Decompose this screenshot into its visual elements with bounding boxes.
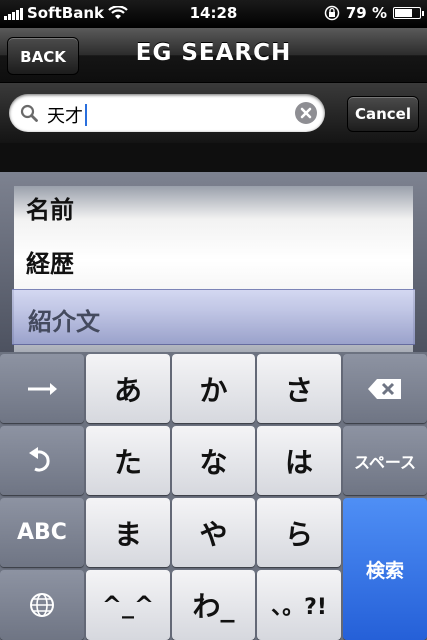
search-icon [20,104,38,122]
picker-item-career[interactable]: 経歴 [26,244,74,279]
abc-key[interactable]: ABC [0,498,84,567]
battery-level-fill [395,9,412,17]
picker-item-name[interactable]: 名前 [26,190,74,225]
undo-key[interactable] [0,426,84,495]
key-na[interactable]: な [172,426,255,495]
page-title: EG SEARCH [135,40,292,66]
battery-percent: 79 % [345,4,387,22]
key-ra[interactable]: ら [257,498,341,567]
key-punctuation[interactable]: 、。?! [257,570,341,640]
next-candidate-key[interactable] [0,354,84,423]
battery-icon [393,7,424,19]
backspace-icon [368,378,401,399]
key-ma[interactable]: ま [86,498,170,567]
delete-key[interactable] [343,354,427,423]
navigation-bar: BACK EG SEARCH [0,28,427,83]
clear-icon[interactable] [295,102,317,124]
picker-item-introduction[interactable]: 紹介文 [28,302,100,337]
globe-key[interactable] [0,570,84,640]
key-ka[interactable]: か [172,354,255,423]
search-input[interactable]: 天才 [9,94,325,132]
key-ya[interactable]: や [172,498,255,567]
rotation-lock-icon [324,5,340,21]
search-key[interactable]: 検索 [343,498,427,640]
japanese-keyboard: ABC あ か さ た な は ま や ら ^_^ わ_ 、。?! スペース 検… [0,352,427,640]
globe-icon [30,593,54,617]
key-sa[interactable]: さ [257,354,341,423]
search-bar: 天才 Cancel [0,83,427,143]
undo-icon [29,446,50,471]
key-wa[interactable]: わ_ [172,570,255,640]
key-ta[interactable]: た [86,426,170,495]
text-caret [85,104,87,126]
cancel-button[interactable]: Cancel [347,96,419,132]
status-bar: SoftBank 14:28 79 % [0,0,427,28]
key-emoticon[interactable]: ^_^ [86,570,170,640]
key-ha[interactable]: は [257,426,341,495]
space-key[interactable]: スペース [343,426,427,495]
results-area [0,143,427,172]
key-a[interactable]: あ [86,354,170,423]
arrow-right-icon [28,382,57,395]
search-input-value: 天才 [47,106,83,127]
